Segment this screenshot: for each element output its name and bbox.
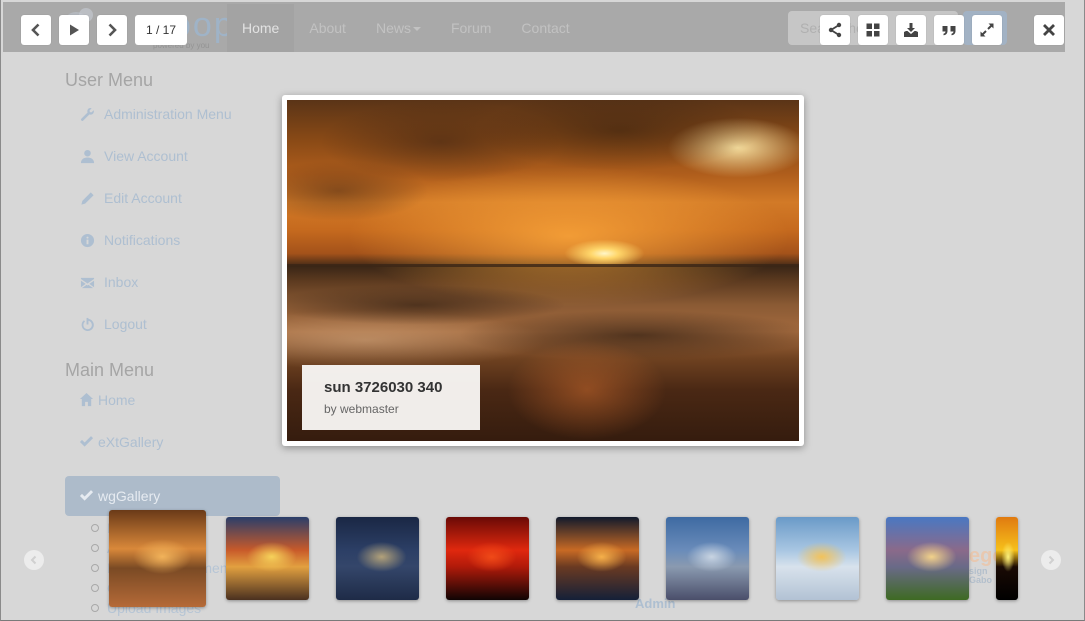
main-image[interactable]: sun 3726030 340 by webmaster — [287, 100, 799, 441]
user-menu-item-inbox[interactable]: Inbox — [65, 274, 280, 316]
quote-icon — [942, 26, 956, 36]
thumbnail[interactable] — [886, 517, 969, 600]
user-menu-item-view-account[interactable]: View Account — [65, 148, 280, 190]
download-button[interactable] — [896, 15, 926, 45]
lightbox-stage: sun 3726030 340 by webmaster — [282, 95, 804, 446]
nav-forum[interactable]: Forum — [436, 4, 506, 52]
download-icon — [904, 23, 918, 37]
check-icon — [79, 434, 97, 452]
thumbnail-active[interactable] — [109, 510, 206, 607]
info-circle-icon — [79, 232, 95, 248]
play-button[interactable] — [59, 15, 89, 45]
expand-icon — [980, 23, 994, 37]
image-reflection — [507, 340, 667, 440]
thumbnail[interactable] — [666, 517, 749, 600]
thumbnail[interactable] — [996, 517, 1018, 600]
thumbnail[interactable] — [226, 517, 309, 600]
nav-contact-label: Contact — [521, 20, 570, 36]
main-menu-item-extgallery[interactable]: eXtGallery — [65, 434, 280, 476]
user-menu-item-administration[interactable]: Administration Menu — [65, 106, 280, 148]
footer-logo: ego sign Gabo — [969, 545, 999, 585]
home-icon — [79, 392, 97, 410]
image-title: sun 3726030 340 — [324, 379, 443, 396]
chevron-right-icon — [108, 23, 117, 37]
user-menu: Administration Menu View Account Edit Ac… — [65, 106, 280, 358]
nav-about-label: About — [309, 20, 346, 36]
nav-news-label: News — [375, 20, 411, 36]
user-menu-label: Logout — [104, 316, 147, 332]
power-icon — [79, 316, 95, 332]
main-menu-label: eXtGallery — [98, 434, 164, 450]
main-menu-label: Home — [98, 392, 136, 408]
thumbnail[interactable] — [446, 517, 529, 600]
share-button[interactable] — [820, 15, 850, 45]
envelope-icon — [79, 274, 95, 290]
thumbnails-button[interactable] — [858, 15, 888, 45]
thumbs-prev-button[interactable] — [24, 550, 44, 570]
share-icon — [828, 22, 842, 38]
grid-icon — [866, 23, 880, 37]
caret-down-icon — [412, 27, 421, 32]
image-caption: sun 3726030 340 by webmaster — [302, 365, 480, 430]
slide-counter: 1 / 17 — [135, 15, 187, 45]
check-icon — [79, 488, 97, 506]
image-clouds — [287, 100, 799, 240]
thumbs-next-button[interactable] — [1041, 550, 1061, 570]
nav-home[interactable]: Home — [227, 4, 295, 52]
main-menu-title: Main Menu — [65, 360, 155, 380]
close-icon — [1043, 24, 1055, 36]
footer-logo-text: ego — [969, 545, 999, 567]
play-icon — [70, 24, 79, 36]
chevron-left-icon — [30, 555, 37, 565]
user-menu-label: Administration Menu — [104, 106, 232, 122]
user-menu-label: Inbox — [104, 274, 139, 290]
nav-contact[interactable]: Contact — [506, 4, 584, 52]
main-menu-label: wgGallery — [98, 488, 161, 504]
image-horizon — [287, 264, 799, 267]
image-author: by webmaster — [324, 402, 399, 416]
nav-forum-label: Forum — [450, 20, 492, 36]
thumbnail[interactable] — [336, 517, 419, 600]
close-button[interactable] — [1034, 15, 1064, 45]
chevron-left-icon — [31, 23, 40, 37]
user-menu-item-notifications[interactable]: Notifications — [65, 232, 280, 274]
thumbnail[interactable] — [776, 517, 859, 600]
user-menu-label: Edit Account — [104, 190, 182, 206]
user-menu-title: User Menu — [65, 70, 154, 90]
thumbnail[interactable] — [556, 517, 639, 600]
wrench-icon — [79, 106, 95, 122]
user-menu-item-edit-account[interactable]: Edit Account — [65, 190, 280, 232]
user-icon — [79, 148, 95, 164]
chevron-right-icon — [1048, 555, 1055, 565]
caption-button[interactable] — [934, 15, 964, 45]
user-menu-label: View Account — [104, 148, 188, 164]
fullscreen-button[interactable] — [972, 15, 1002, 45]
prev-button[interactable] — [21, 15, 51, 45]
site-nav: Home About News Forum Contact — [227, 4, 585, 52]
pencil-icon — [79, 190, 95, 206]
nav-news[interactable]: News — [361, 4, 436, 52]
user-menu-item-logout[interactable]: Logout — [65, 316, 280, 358]
footer-logo-sub: sign Gabo — [969, 566, 993, 585]
user-menu-label: Notifications — [104, 232, 181, 248]
next-button[interactable] — [97, 15, 127, 45]
nav-about[interactable]: About — [294, 4, 361, 52]
nav-home-label: Home — [242, 20, 280, 36]
main-menu-item-home[interactable]: Home — [65, 392, 280, 434]
